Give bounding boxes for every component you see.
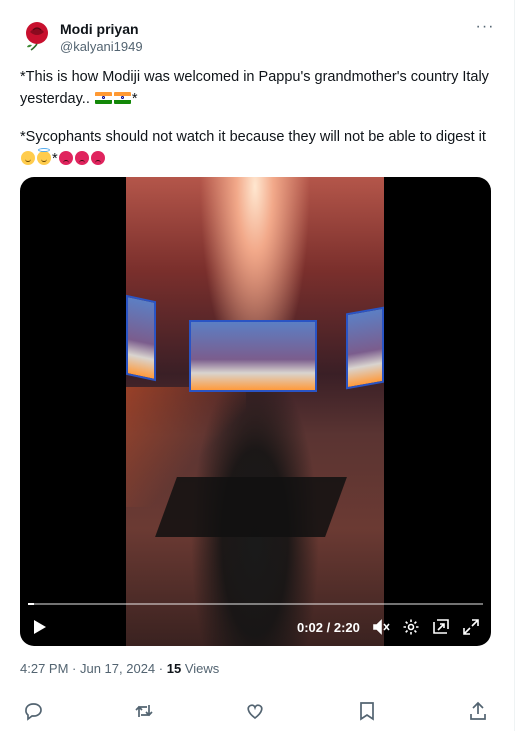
video-screen-left xyxy=(126,294,156,382)
play-icon[interactable] xyxy=(32,618,48,636)
tweet-card: Modi priyan @kalyani1949 ··· *This is ho… xyxy=(0,0,515,731)
smiling-face-icon xyxy=(21,151,35,165)
views-label: Views xyxy=(181,661,220,676)
tweet-paragraph-2: *Sycophants should not watch it because … xyxy=(20,126,490,170)
video-progress-bar[interactable] xyxy=(28,603,483,605)
tweet-line-2-mid: * xyxy=(52,151,58,167)
video-progress-fill xyxy=(28,603,35,605)
tweet-actions xyxy=(20,700,490,722)
settings-icon[interactable] xyxy=(402,618,420,636)
tweet-date[interactable]: Jun 17, 2024 xyxy=(80,661,155,676)
video-screen-right xyxy=(346,306,384,390)
tweet-line-1-end: * xyxy=(131,91,138,107)
like-icon[interactable] xyxy=(244,700,266,722)
halo-face-icon xyxy=(37,148,51,165)
meta-separator: · xyxy=(155,661,167,676)
mute-icon[interactable] xyxy=(372,618,390,636)
reply-icon[interactable] xyxy=(22,700,44,722)
fullscreen-icon[interactable] xyxy=(462,618,480,636)
retweet-icon[interactable] xyxy=(133,700,155,722)
author-name[interactable]: Modi priyan xyxy=(60,21,139,37)
india-flag-icon xyxy=(113,92,131,104)
tweet-header: Modi priyan @kalyani1949 ··· xyxy=(20,18,498,58)
angry-face-icon xyxy=(74,151,89,165)
india-flag-icon xyxy=(94,92,112,104)
author-handle[interactable]: @kalyani1949 xyxy=(60,39,143,54)
tweet-paragraph-1: *This is how Modiji was welcomed in Papp… xyxy=(20,66,490,110)
avatar[interactable] xyxy=(20,18,54,52)
video-stage xyxy=(155,477,347,537)
tweet-time[interactable]: 4:27 PM xyxy=(20,661,68,676)
video-screen-center xyxy=(189,320,317,392)
meta-separator: · xyxy=(68,661,80,676)
angry-face-icon xyxy=(58,151,73,165)
video-time: 0:02 / 2:20 xyxy=(297,620,360,635)
tweet-line-2: *Sycophants should not watch it because … xyxy=(20,129,486,145)
tweet-meta: 4:27 PM · Jun 17, 2024 · 15 Views xyxy=(20,661,219,676)
views-count: 15 xyxy=(166,661,182,676)
video-frame xyxy=(126,177,384,646)
bookmark-icon[interactable] xyxy=(356,700,378,722)
tweet-text: *This is how Modiji was welcomed in Papp… xyxy=(20,66,490,170)
tweet-line-1: *This is how Modiji was welcomed in Papp… xyxy=(20,69,489,107)
share-icon[interactable] xyxy=(467,700,489,722)
pip-icon[interactable] xyxy=(432,618,450,636)
angry-face-icon xyxy=(90,151,105,165)
more-icon[interactable]: ··· xyxy=(472,19,498,40)
video-player[interactable]: 0:02 / 2:20 xyxy=(20,177,491,646)
